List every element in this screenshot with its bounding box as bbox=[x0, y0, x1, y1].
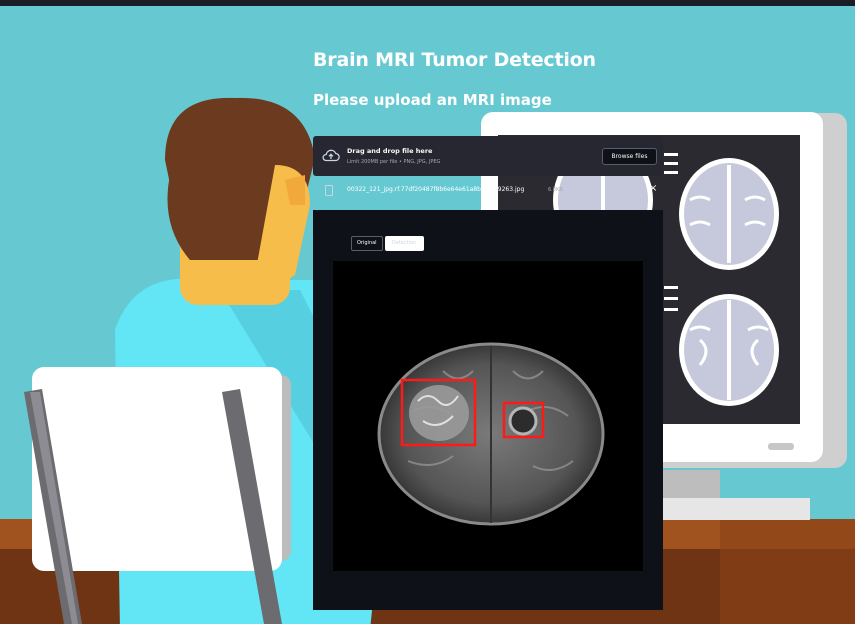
uploaded-file-size: 6.8KB bbox=[548, 187, 563, 193]
file-icon bbox=[325, 185, 333, 196]
result-panel: Original Detection bbox=[313, 210, 663, 610]
file-uploader-dropzone[interactable]: Drag and drop file here Limit 200MB per … bbox=[313, 136, 663, 176]
page-subtitle: Please upload an MRI image bbox=[313, 91, 552, 109]
dropzone-limit-text: Limit 200MB per file • PNG, JPG, JPEG bbox=[347, 159, 441, 165]
browse-files-button[interactable]: Browse files bbox=[602, 148, 657, 165]
tab-detection[interactable]: Detection bbox=[384, 236, 424, 251]
cloud-upload-icon bbox=[322, 149, 340, 162]
mri-detection-image bbox=[333, 261, 643, 571]
tumor-region-left bbox=[409, 385, 469, 441]
uploaded-file-name: 00322_121_jpg.rf.77df20487f8b6e64e61a8bf… bbox=[347, 186, 525, 193]
result-tabs: Original Detection bbox=[351, 236, 424, 251]
close-icon[interactable]: × bbox=[649, 183, 657, 194]
tab-original[interactable]: Original bbox=[351, 236, 383, 251]
uploaded-file-row: 00322_121_jpg.rf.77df20487f8b6e64e61a8bf… bbox=[313, 180, 663, 200]
tumor-region-right bbox=[508, 406, 538, 436]
page-title: Brain MRI Tumor Detection bbox=[313, 49, 596, 71]
dropzone-instructions: Drag and drop file here bbox=[347, 147, 433, 155]
